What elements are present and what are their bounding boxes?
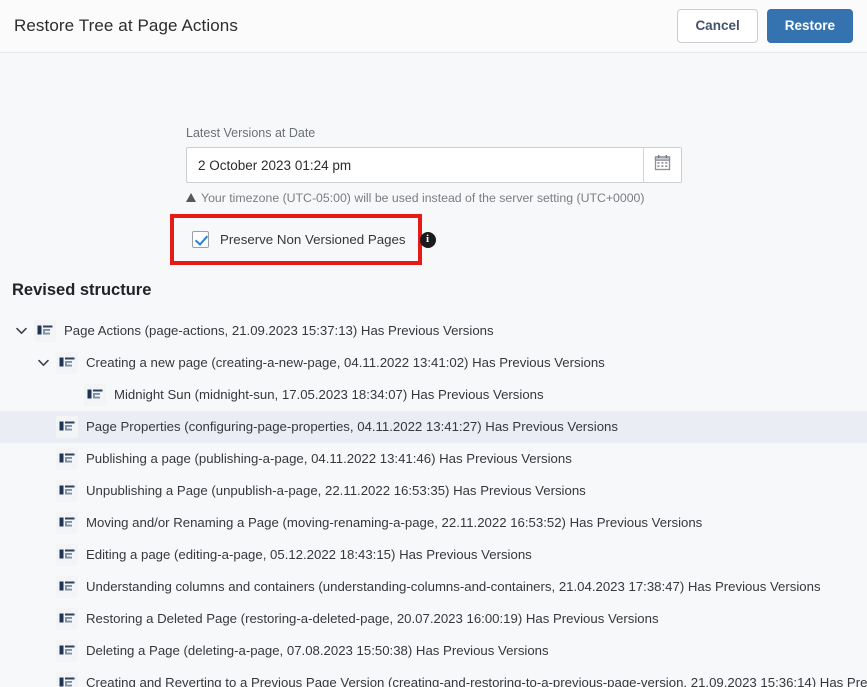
tree-row[interactable]: Deleting a Page (deleting-a-page, 07.08.…	[0, 635, 867, 667]
date-field-label: Latest Versions at Date	[186, 126, 316, 140]
tree-row[interactable]: Understanding columns and containers (un…	[0, 571, 867, 603]
tree-row[interactable]: Publishing a page (publishing-a-page, 04…	[0, 443, 867, 475]
page-icon	[56, 480, 78, 502]
dialog-header: Restore Tree at Page Actions Cancel Rest…	[0, 0, 867, 53]
header-actions: Cancel Restore	[677, 9, 853, 43]
tree-row[interactable]: Restoring a Deleted Page (restoring-a-de…	[0, 603, 867, 635]
timezone-warning: Your timezone (UTC-05:00) will be used i…	[186, 191, 682, 205]
tree-row[interactable]: Page Properties (configuring-page-proper…	[0, 411, 867, 443]
tree-row[interactable]: Creating a new page (creating-a-new-page…	[0, 347, 867, 379]
page-icon	[56, 544, 78, 566]
tree-row-label: Moving and/or Renaming a Page (moving-re…	[86, 515, 703, 531]
preserve-non-versioned-pages-highlight: Preserve Non Versioned Pages i	[170, 214, 436, 265]
date-form: Latest Versions at Date 2 October 2023 0…	[186, 126, 682, 205]
page-icon	[56, 416, 78, 438]
revised-structure-heading: Revised structure	[12, 281, 152, 299]
cancel-button[interactable]: Cancel	[677, 9, 758, 43]
page-icon	[56, 352, 78, 374]
tree-row-label: Page Actions (page-actions, 21.09.2023 1…	[64, 323, 494, 339]
tree-row-label: Unpublishing a Page (unpublish-a-page, 2…	[86, 483, 586, 499]
tree-row-label: Understanding columns and containers (un…	[86, 579, 821, 595]
chevron-down-icon[interactable]	[34, 354, 52, 372]
tree-row-label: Deleting a Page (deleting-a-page, 07.08.…	[86, 643, 549, 659]
page-icon	[56, 448, 78, 470]
tree-row[interactable]: Page Actions (page-actions, 21.09.2023 1…	[0, 315, 867, 347]
tree-row-label: Page Properties (configuring-page-proper…	[86, 419, 618, 435]
page-icon	[56, 512, 78, 534]
page-icon	[34, 320, 56, 342]
preserve-non-versioned-pages-checkbox[interactable]	[192, 231, 209, 248]
tree-row-label: Creating a new page (creating-a-new-page…	[86, 355, 605, 371]
info-circle-icon[interactable]: i	[419, 231, 436, 248]
calendar-button[interactable]	[643, 148, 681, 182]
calendar-icon	[654, 154, 671, 176]
tree-row-label: Midnight Sun (midnight-sun, 17.05.2023 1…	[114, 387, 544, 403]
dialog-body: Latest Versions at Date 2 October 2023 0…	[0, 53, 867, 687]
revised-structure-tree: Page Actions (page-actions, 21.09.2023 1…	[0, 315, 867, 687]
tree-row-label: Publishing a page (publishing-a-page, 04…	[86, 451, 572, 467]
restore-button[interactable]: Restore	[766, 9, 853, 43]
page-icon	[56, 576, 78, 598]
page-title: Restore Tree at Page Actions	[14, 16, 238, 35]
tree-row-label: Restoring a Deleted Page (restoring-a-de…	[86, 611, 659, 627]
page-icon	[56, 608, 78, 630]
tree-row[interactable]: Midnight Sun (midnight-sun, 17.05.2023 1…	[0, 379, 867, 411]
tree-row[interactable]: Editing a page (editing-a-page, 05.12.20…	[0, 539, 867, 571]
chevron-down-icon[interactable]	[12, 322, 30, 340]
date-input[interactable]	[187, 148, 643, 182]
warning-triangle-icon	[186, 192, 196, 202]
tree-row[interactable]: Creating and Reverting to a Previous Pag…	[0, 667, 867, 687]
page-icon	[84, 384, 106, 406]
page-icon	[56, 640, 78, 662]
tree-row-label: Editing a page (editing-a-page, 05.12.20…	[86, 547, 532, 563]
tree-row-label: Creating and Reverting to a Previous Pag…	[86, 675, 867, 687]
preserve-non-versioned-pages-label: Preserve Non Versioned Pages	[220, 232, 406, 247]
date-field-group	[186, 147, 682, 183]
tree-row[interactable]: Unpublishing a Page (unpublish-a-page, 2…	[0, 475, 867, 507]
page-icon	[56, 672, 78, 687]
tree-row[interactable]: Moving and/or Renaming a Page (moving-re…	[0, 507, 867, 539]
timezone-warning-text: Your timezone (UTC-05:00) will be used i…	[201, 191, 645, 205]
